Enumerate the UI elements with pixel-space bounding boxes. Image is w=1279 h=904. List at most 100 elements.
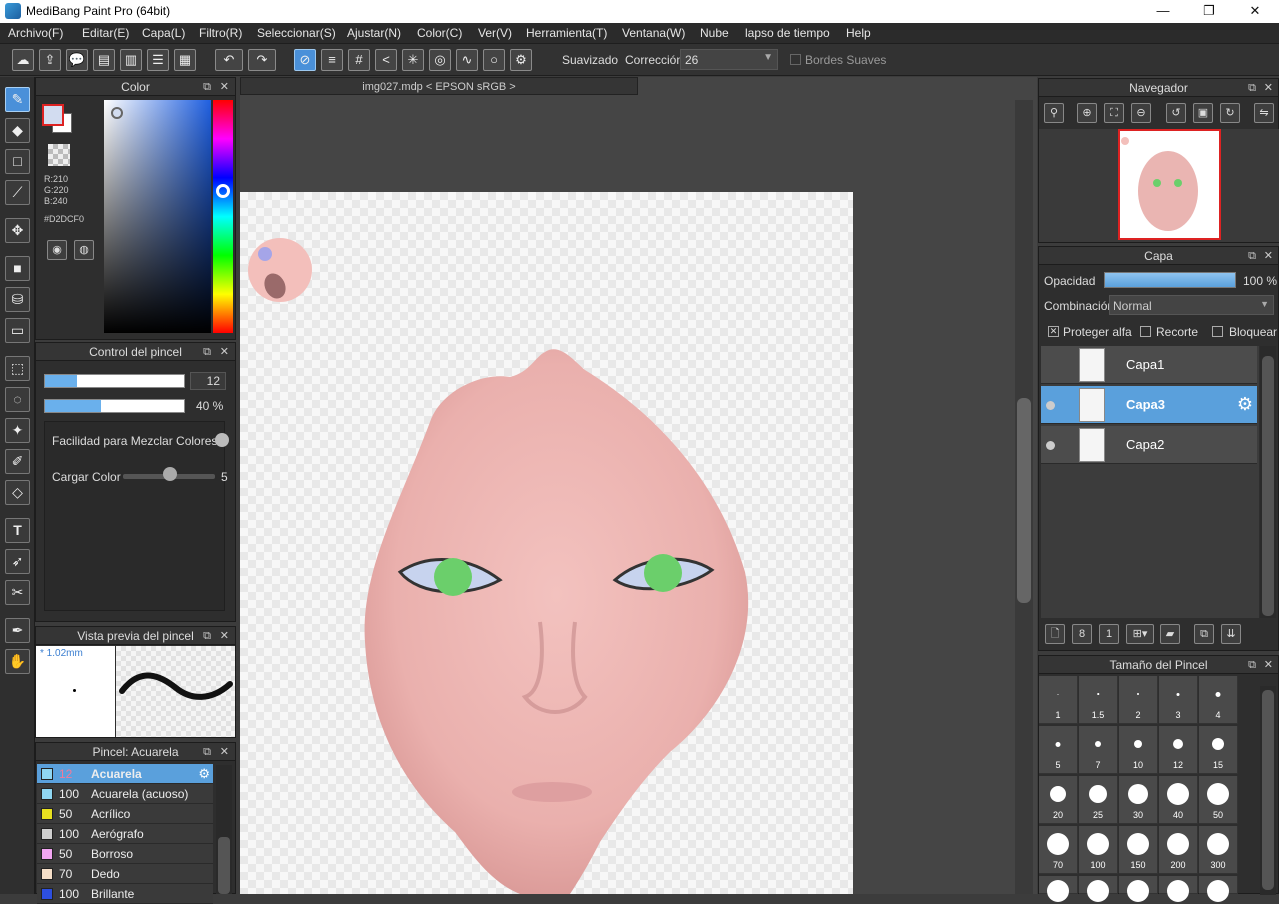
saturation-value-picker[interactable] [104,100,211,333]
magic-wand-tool-icon[interactable]: ✦ [5,418,30,443]
palette-icon[interactable]: ◉ [47,240,67,260]
rotate-left-icon[interactable]: ↺ [1166,103,1186,123]
gradient-tool-icon[interactable]: ▭ [5,318,30,343]
brush-size-value[interactable]: 12 [190,372,226,390]
panel-close-icon[interactable]: ✕ [220,343,229,361]
brush-size-cell[interactable]: 30 [1119,776,1158,824]
panel-close-icon[interactable]: ✕ [220,78,229,96]
layer-opacity-slider[interactable] [1104,272,1236,288]
message-icon[interactable]: ▤ [93,49,115,71]
hue-slider[interactable] [213,100,233,333]
brush-size-cell[interactable]: 150 [1119,826,1158,874]
undock-icon[interactable]: ⧉ [203,743,211,761]
brush-list-item[interactable]: 100 Brillante [37,884,213,904]
list-icon[interactable]: ☰ [147,49,169,71]
zoom-search-icon[interactable]: ⚲ [1044,103,1064,123]
brush-size-cell[interactable]: 5 [1039,726,1078,774]
zoom-out-icon[interactable]: ⊖ [1131,103,1151,123]
brush-size-cell[interactable]: 100 [1079,826,1118,874]
snap-off-icon[interactable]: ⊘ [294,49,316,71]
divide-tool-icon[interactable]: ✂ [5,580,30,605]
duplicate-layer-icon[interactable]: ⧉ [1194,624,1214,644]
visibility-eye-icon[interactable] [1046,441,1055,450]
load-color-knob[interactable] [163,467,177,481]
page-icon[interactable]: ▥ [120,49,142,71]
document-tab[interactable]: img027.mdp < EPSON sRGB > [240,77,638,95]
eraser-tool-icon[interactable]: ◆ [5,118,30,143]
grid-snap-icon[interactable]: # [348,49,370,71]
menu-color[interactable]: Color(C) [417,26,462,40]
canvas-vertical-scrollbar[interactable] [1015,100,1033,894]
brush-size-cell[interactable] [1079,876,1118,902]
brush-list-item[interactable]: 50 Borroso [37,844,213,864]
redo-icon[interactable]: ↷ [248,49,276,71]
correction-select[interactable]: 26 ▼ [680,49,778,70]
protect-alpha-checkbox[interactable]: ✕ [1048,326,1059,337]
brush-size-cell[interactable]: 25 [1079,776,1118,824]
menu-ajustar[interactable]: Ajustar(N) [347,26,401,40]
undock-icon[interactable]: ⧉ [203,627,211,645]
select-pen-tool-icon[interactable]: ✐ [5,449,30,474]
brush-size-cell[interactable] [1119,876,1158,902]
menu-filtro[interactable]: Filtro(R) [199,26,242,40]
soft-edges-checkbox[interactable] [790,54,801,65]
eyedropper-tool-icon[interactable]: ✒ [5,618,30,643]
bucket-tool-icon[interactable]: ⛁ [5,287,30,312]
brush-settings-gear-icon[interactable]: ⚙ [198,766,210,782]
undock-icon[interactable]: ⧉ [1248,247,1256,265]
brush-size-cell[interactable]: 70 [1039,826,1078,874]
cloud-icon[interactable]: ☁ [12,49,34,71]
panel-close-icon[interactable]: ✕ [220,627,229,645]
menu-ventana[interactable]: Ventana(W) [622,26,685,40]
brush-size-cell[interactable]: 200 [1159,826,1198,874]
hue-cursor[interactable] [216,184,230,198]
select-rect-tool-icon[interactable]: ⬚ [5,356,30,381]
shape-tool-icon[interactable]: □ [5,149,30,174]
brush-size-cell[interactable] [1159,876,1198,902]
brush-size-cell[interactable]: 7 [1079,726,1118,774]
share-icon[interactable]: ⇪ [39,49,61,71]
comment-icon[interactable]: 💬 [66,49,88,71]
menu-lapso[interactable]: lapso de tiempo [745,26,830,40]
visibility-eye-icon[interactable] [1046,401,1055,410]
operation-tool-icon[interactable]: ➶ [5,549,30,574]
move-tool-icon[interactable]: ✥ [5,218,30,243]
new-halftone-layer-icon[interactable]: 8 [1072,624,1092,644]
rotate-right-icon[interactable]: ↻ [1220,103,1240,123]
folder-icon[interactable]: ▰ [1160,624,1180,644]
fit-icon[interactable]: ⛶ [1104,103,1124,123]
undock-icon[interactable]: ⧉ [203,343,211,361]
merge-layer-icon[interactable]: ⇊ [1221,624,1241,644]
checklist-icon[interactable]: ▦ [174,49,196,71]
menu-archivo[interactable]: Archivo(F) [8,26,63,40]
layer-item[interactable]: Capa3 ⚙ [1041,386,1257,424]
brush-list-item[interactable]: 12 Acuarela ⚙ [37,764,213,784]
new-layer-icon[interactable]: 🗋 [1045,624,1065,644]
layer-item[interactable]: Capa1 [1041,346,1257,384]
brush-list-item[interactable]: 100 Acuarela (acuoso) [37,784,213,804]
menu-seleccionar[interactable]: Seleccionar(S) [257,26,336,40]
flip-icon[interactable]: ⇋ [1254,103,1274,123]
undock-icon[interactable]: ⧉ [203,78,211,96]
hand-tool-icon[interactable]: ✋ [5,649,30,674]
brush-size-cell[interactable]: 50 [1199,776,1238,824]
brush-size-cell[interactable]: 15 [1199,726,1238,774]
new-1bit-layer-icon[interactable]: 1 [1099,624,1119,644]
lock-checkbox[interactable] [1212,326,1223,337]
sv-cursor[interactable] [111,107,123,119]
layer-settings-gear-icon[interactable]: ⚙ [1237,394,1253,415]
navigator-preview[interactable] [1039,129,1279,242]
menu-nube[interactable]: Nube [700,26,729,40]
panel-close-icon[interactable]: ✕ [1264,79,1273,97]
line-tool-icon[interactable]: ⟋ [5,180,30,205]
menu-editar[interactable]: Editar(E) [82,26,129,40]
text-tool-icon[interactable]: T [5,518,30,543]
add-layer-menu-icon[interactable]: ⊞▾ [1126,624,1154,644]
brush-size-slider[interactable] [44,374,185,388]
lasso-tool-icon[interactable]: ◌ [5,387,30,412]
circle-snap-icon[interactable]: ○ [483,49,505,71]
brush-size-cell[interactable]: 3 [1159,676,1198,724]
brush-size-cell[interactable]: 300 [1199,826,1238,874]
panel-close-icon[interactable]: ✕ [1264,247,1273,265]
menu-ver[interactable]: Ver(V) [478,26,512,40]
